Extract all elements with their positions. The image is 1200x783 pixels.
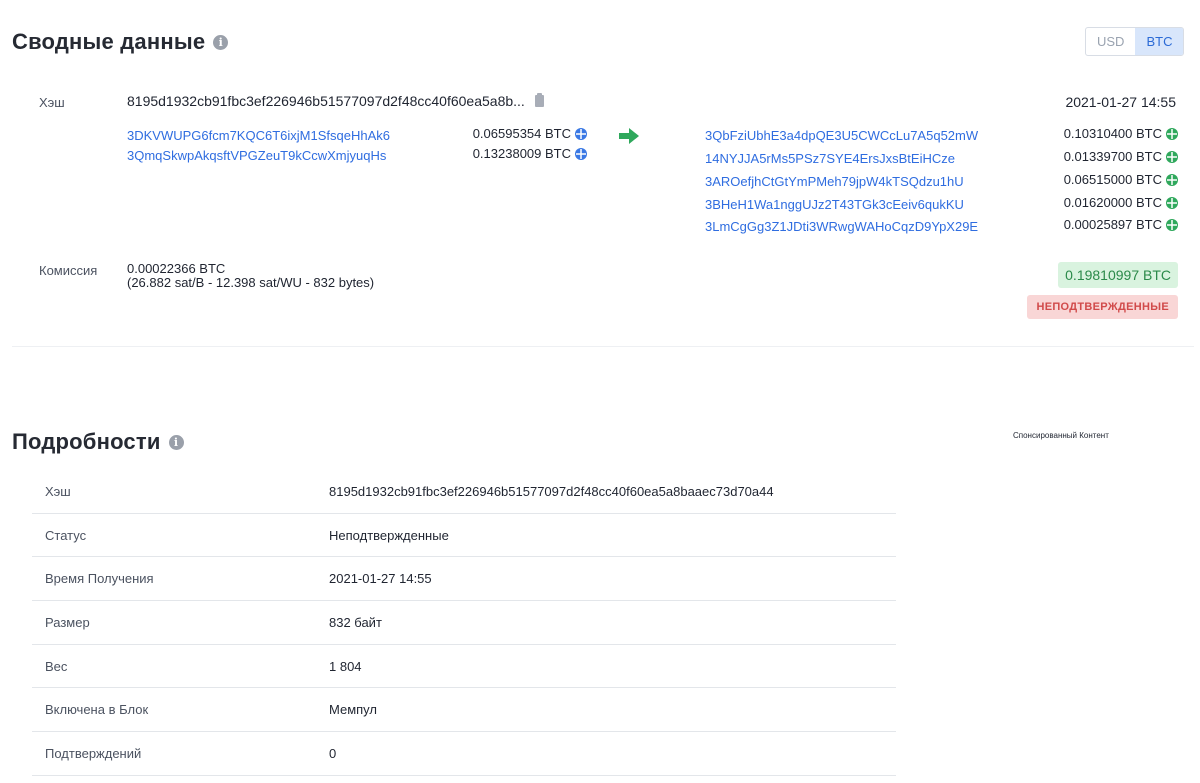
table-row: Статус Неподтвержденные [32,514,896,558]
output-amount-text: 0.01339700 BTC [1063,149,1162,164]
globe-icon[interactable] [1166,196,1178,209]
globe-icon[interactable] [1166,218,1178,231]
output-address[interactable]: 3QbFziUbhE3a4dpQE3U5CWCcLu7A5q52mW [705,128,978,143]
globe-icon[interactable] [1166,173,1178,186]
hash-text[interactable]: 8195d1932cb91fbc3ef226946b51577097d2f48c… [127,93,525,109]
globe-icon[interactable] [575,147,587,160]
total-amount-badge: 0.19810997 BTC [1058,262,1178,288]
input-row: 3DKVWUPG6fcm7KQC6T6ixjM1SfsqeHhAk6 [127,126,390,144]
fee-detail: (26.882 sat/B - 12.398 sat/WU - 832 byte… [127,275,375,290]
status-badge: НЕПОДТВЕРЖДЕННЫЕ [1027,295,1178,319]
currency-btc-button[interactable]: BTC [1135,28,1184,55]
row-key: Включена в Блок [45,702,149,718]
globe-icon[interactable] [575,127,587,140]
hash-label: Хэш [39,95,65,110]
output-amount: 0.10310400 BTC [1064,126,1178,141]
row-key: Размер [45,615,90,631]
row-key: Время Получения [45,571,154,587]
fee-value: 0.00022366 BTC (26.882 sat/B - 12.398 sa… [127,262,374,290]
summary-title-text: Сводные данные [12,29,206,54]
output-address[interactable]: 3AROefjhCtGtYmPMeh79jpW4kTSQdzu1hU [705,174,964,189]
sponsored-content-label: Спонсированный Контент [1013,431,1109,440]
output-address[interactable]: 3BHeH1Wa1nggUJz2T43TGk3cEeiv6qukKU [705,197,964,212]
input-amount-text: 0.13238009 BTC [472,146,571,161]
output-amount: 0.00025897 BTC [1064,217,1178,232]
globe-icon[interactable] [1166,150,1178,163]
row-value: 8195d1932cb91fbc3ef226946b51577097d2f48c… [329,484,774,499]
input-address[interactable]: 3DKVWUPG6fcm7KQC6T6ixjM1SfsqeHhAk6 [127,128,390,143]
row-value[interactable]: Мемпул [329,702,377,717]
row-key: Статус [45,527,87,543]
output-amount: 0.01339700 BTC [1064,149,1178,164]
transaction-time: 2021-01-27 14:55 [1065,94,1176,110]
output-address[interactable]: 3LmCgGg3Z1JDti3WRwgWAHoCqzD9YpX29E [705,219,978,234]
output-address[interactable]: 14NYJJA5rMs5PSz7SYE4ErsJxsBtEiHCze [705,151,955,166]
currency-usd-button[interactable]: USD [1086,28,1135,55]
output-amount-text: 0.00025897 BTC [1063,217,1162,232]
table-row: Подтверждений 0 [32,732,896,776]
input-row: 3QmqSkwpAkqsftVPGZeuT9kCcwXmjyuqHs [127,146,386,164]
details-title: Подробности i [12,429,184,455]
input-address[interactable]: 3QmqSkwpAkqsftVPGZeuT9kCcwXmjyuqHs [127,148,386,163]
output-row: 3QbFziUbhE3a4dpQE3U5CWCcLu7A5q52mW [705,126,978,144]
output-row: 3AROefjhCtGtYmPMeh79jpW4kTSQdzu1hU [705,172,964,190]
row-value: 2021-01-27 14:55 [329,571,432,587]
globe-icon[interactable] [1166,127,1178,140]
table-row: Вес 1 804 [32,645,896,689]
fee-amount: 0.00022366 BTC [127,261,226,276]
output-amount-text: 0.06515000 BTC [1063,172,1162,187]
row-value: 832 байт [329,615,382,631]
table-row: Размер 832 байт [32,601,896,645]
input-amount: 0.06595354 BTC [473,126,587,141]
info-icon[interactable]: i [213,34,229,50]
arrow-right-icon [619,128,639,144]
output-amount-text: 0.01620000 BTC [1063,195,1162,210]
row-value: Неподтвержденные [329,527,449,543]
info-icon[interactable]: i [168,434,184,450]
table-row: Хэш 8195d1932cb91fbc3ef226946b51577097d2… [32,470,896,514]
details-title-text: Подробности [12,429,161,454]
row-value: 1 804 [329,658,362,674]
row-key: Хэш [45,484,71,499]
hash-value: 8195d1932cb91fbc3ef226946b51577097d2f48c… [127,93,544,109]
output-row: 3LmCgGg3Z1JDti3WRwgWAHoCqzD9YpX29E [705,217,978,235]
output-row: 3BHeH1Wa1nggUJz2T43TGk3cEeiv6qukKU [705,195,964,213]
section-divider [12,346,1194,347]
currency-toggle[interactable]: USD BTC [1085,27,1185,56]
input-amount-text: 0.06595354 BTC [472,126,571,141]
row-key: Подтверждений [45,746,142,762]
summary-title: Сводные данные i [12,29,229,55]
row-value: 0 [329,746,337,762]
output-amount-text: 0.10310400 BTC [1063,126,1162,141]
details-table: Хэш 8195d1932cb91fbc3ef226946b51577097d2… [32,470,896,776]
table-row: Время Получения 2021-01-27 14:55 [32,557,896,602]
clipboard-icon[interactable] [534,93,544,107]
input-amount: 0.13238009 BTC [473,146,587,161]
fee-label: Комиссия [39,263,98,278]
row-key: Вес [45,658,68,674]
output-row: 14NYJJA5rMs5PSz7SYE4ErsJxsBtEiHCze [705,149,955,167]
output-amount: 0.06515000 BTC [1064,172,1178,187]
output-amount: 0.01620000 BTC [1064,195,1178,210]
table-row: Включена в Блок Мемпул [32,688,896,733]
